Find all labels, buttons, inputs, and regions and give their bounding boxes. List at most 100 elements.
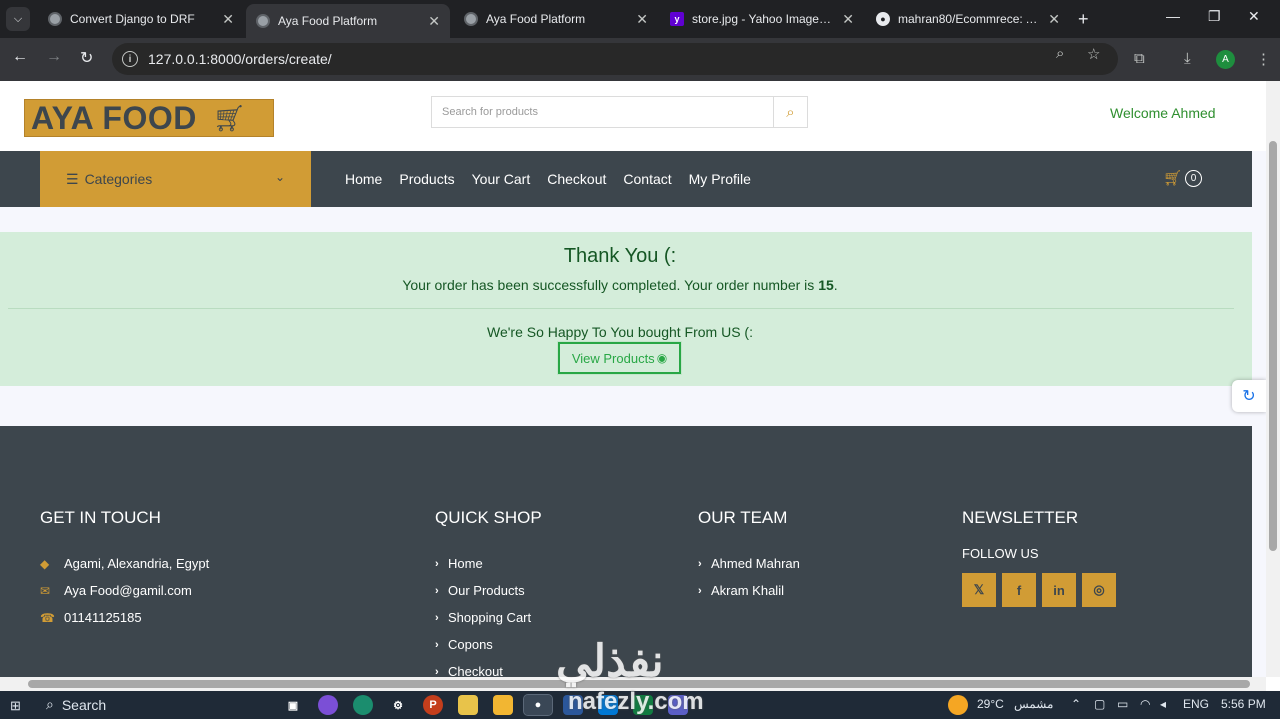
categories-dropdown[interactable]: ☰ Categories ⌄ <box>40 151 311 207</box>
chevron-right-icon: › <box>698 584 702 597</box>
copilot-icon[interactable] <box>318 695 338 715</box>
chevron-right-icon: › <box>435 584 439 597</box>
nav-link-checkout[interactable]: Checkout <box>547 171 606 187</box>
url-text[interactable]: 127.0.0.1:8000/orders/create/ <box>148 51 332 67</box>
welcome-text[interactable]: Welcome Ahmed <box>1110 105 1216 121</box>
browser-tab[interactable]: ● mahran80/Ecommrece: Aya ✕ <box>866 4 1070 34</box>
close-icon[interactable]: ✕ <box>636 11 648 28</box>
tab-search-button[interactable]: ⌵ <box>6 7 30 31</box>
twitter-icon[interactable]: 𝕏 <box>962 573 996 607</box>
chevron-up-icon[interactable]: ⌃ <box>1071 697 1081 711</box>
download-icon[interactable]: ⤓ <box>1184 50 1191 67</box>
cart-count-badge: 0 <box>1185 169 1203 187</box>
footer-email: Aya Food@gamil.com <box>64 583 192 598</box>
footer-link-label: Our Products <box>448 583 525 598</box>
volume-icon[interactable]: ◂ <box>1160 697 1166 711</box>
scrollbar-thumb[interactable] <box>1269 141 1277 551</box>
address-bar[interactable]: i 127.0.0.1:8000/orders/create/ <box>112 43 1118 75</box>
weather-text[interactable]: مشمس <box>1014 697 1053 711</box>
footer-link[interactable]: › Copons <box>435 631 542 658</box>
footer-link[interactable]: › Akram Khalil <box>698 577 800 604</box>
footer-link-label: Checkout <box>448 664 503 677</box>
minimize-icon[interactable]: — <box>1166 8 1180 24</box>
footer-link[interactable]: › Shopping Cart <box>435 604 542 631</box>
tab-title: store.jpg - Yahoo Image Sea <box>692 12 835 26</box>
close-icon[interactable]: ✕ <box>842 11 854 28</box>
search-icon: ⌕ <box>786 103 795 121</box>
new-tab-button[interactable]: + <box>1078 9 1089 30</box>
browser-tab[interactable]: y store.jpg - Yahoo Image Sea ✕ <box>660 4 864 34</box>
weather-temp[interactable]: 29°C <box>977 697 1004 711</box>
floating-sync-icon[interactable]: ↻ <box>1232 380 1266 412</box>
notes-icon[interactable] <box>458 695 478 715</box>
site-logo[interactable]: AYA FOOD 🛒︎ <box>24 99 274 137</box>
cart-button[interactable]: 🛒︎ 0 <box>1163 169 1203 187</box>
menu-kebab-icon[interactable]: ⋮ <box>1256 50 1271 68</box>
footer-heading: NEWSLETTER <box>962 508 1079 527</box>
task-view-icon[interactable]: ▣ <box>283 695 303 715</box>
footer-link[interactable]: › Checkout <box>435 658 542 677</box>
restore-icon[interactable]: ❐ <box>1208 8 1221 25</box>
nav-link-home[interactable]: Home <box>345 171 382 187</box>
wifi-icon[interactable]: ◠ <box>1140 697 1150 711</box>
cart-icon: 🛒︎ <box>1163 170 1183 187</box>
vertical-scrollbar[interactable] <box>1266 81 1280 677</box>
phone-icon: ☎ <box>40 610 55 625</box>
edge-icon[interactable] <box>353 695 373 715</box>
profile-avatar[interactable]: A <box>1216 50 1235 69</box>
footer-link[interactable]: › Our Products <box>435 577 542 604</box>
footer-link[interactable]: › Home <box>435 550 542 577</box>
back-icon[interactable]: ← <box>12 48 28 66</box>
site-info-icon[interactable]: i <box>122 51 138 67</box>
search-button[interactable]: ⌕ <box>773 97 807 127</box>
footer-newsletter: NEWSLETTER FOLLOW US 𝕏 f in ◎ <box>962 508 1122 607</box>
globe-icon <box>48 12 62 26</box>
order-message: Your order has been successfully complet… <box>0 277 1240 293</box>
browser-tab[interactable]: Convert Django to DRF ✕ <box>38 4 244 34</box>
taskbar-search-label: Search <box>61 696 107 713</box>
close-icon[interactable]: ✕ <box>1048 11 1060 28</box>
close-icon[interactable]: ✕ <box>428 13 440 30</box>
footer-link-label: Copons <box>448 637 493 652</box>
taskbar-search[interactable]: ⌕ Search <box>46 696 106 713</box>
nav-link-your-cart[interactable]: Your Cart <box>472 171 531 187</box>
nav-link-products[interactable]: Products <box>399 171 454 187</box>
zoom-icon[interactable]: ⌕ <box>1056 45 1064 62</box>
search-input[interactable] <box>432 97 774 127</box>
settings-gear-icon[interactable]: ⚙ <box>388 695 408 715</box>
view-products-button[interactable]: View Products ◉ <box>558 342 681 374</box>
bookmark-star-icon[interactable]: ☆ <box>1087 45 1100 63</box>
battery-icon[interactable]: ▭ <box>1117 697 1128 711</box>
language-indicator[interactable]: ENG <box>1183 697 1209 711</box>
shopping-cart-icon: 🛒︎ <box>212 102 246 133</box>
tab-title: Convert Django to DRF <box>70 12 195 26</box>
powerpoint-icon[interactable]: P <box>423 695 443 715</box>
extensions-icon[interactable]: ⧉ <box>1134 50 1145 67</box>
social-links: 𝕏 f in ◎ <box>962 573 1122 607</box>
facebook-icon[interactable]: f <box>1002 573 1036 607</box>
search-icon: ⌕ <box>46 696 54 712</box>
browser-tab[interactable]: Aya Food Platform ✕ <box>454 4 658 34</box>
nav-link-contact[interactable]: Contact <box>623 171 671 187</box>
thank-you-heading: Thank You (: <box>563 245 677 267</box>
forward-icon[interactable]: → <box>46 48 62 66</box>
main-navbar: ☰ Categories ⌄ Home Products Your Cart C… <box>0 151 1252 207</box>
instagram-icon[interactable]: ◎ <box>1082 573 1116 607</box>
footer-link[interactable]: › Ahmed Mahran <box>698 550 800 577</box>
watermark-latin: nafezly.com <box>568 688 704 715</box>
clock[interactable]: 5:56 PM <box>1221 697 1266 711</box>
file-explorer-icon[interactable] <box>493 695 513 715</box>
windows-start-icon[interactable]: ⊞ <box>10 698 21 714</box>
linkedin-icon[interactable]: in <box>1042 573 1076 607</box>
nav-link-my-profile[interactable]: My Profile <box>689 171 751 187</box>
close-icon[interactable]: ✕ <box>222 11 234 28</box>
chrome-icon[interactable]: ● <box>523 694 553 716</box>
browser-tab-active[interactable]: Aya Food Platform ✕ <box>246 4 450 38</box>
nav-links: Home Products Your Cart Checkout Contact… <box>345 151 768 207</box>
chevron-right-icon: › <box>435 557 439 570</box>
reload-icon[interactable]: ↻ <box>80 48 93 68</box>
meet-icon[interactable]: ▢ <box>1094 697 1105 711</box>
weather-sun-icon[interactable] <box>948 695 968 715</box>
close-window-icon[interactable]: ✕ <box>1248 8 1260 25</box>
footer-get-in-touch: GET IN TOUCH ◆ Agami, Alexandria, Egypt ✉… <box>40 508 209 631</box>
